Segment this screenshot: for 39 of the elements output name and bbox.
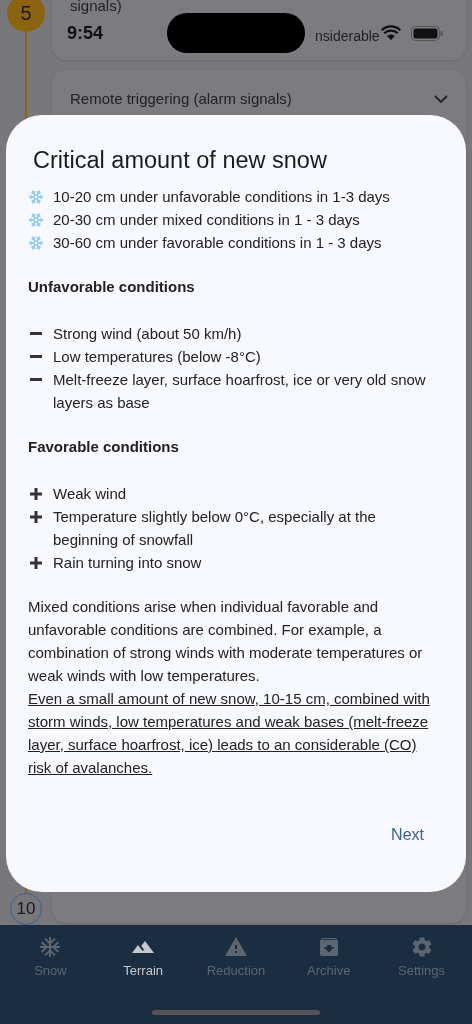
- warning-icon: [224, 935, 248, 959]
- underlined-note: Even a small amount of new snow, 10-15 cm, combined with storm winds, low temperatures and weak bases (melt-freeze layer, surface hoarfrost, ice) leads to an considerable (CO) risk of avalanches.: [28, 689, 431, 778]
- list-item-text: 30-60 cm under favorable conditions in 1 - 3 days: [53, 233, 382, 253]
- nav-tab[interactable]: Archive: [288, 935, 369, 981]
- list-item-text: Rain turning into snow: [53, 553, 202, 573]
- nav-tab[interactable]: Snow: [10, 935, 91, 981]
- card-text: signals): [70, 0, 123, 14]
- minus-icon: [30, 332, 42, 335]
- next-button[interactable]: Next: [375, 817, 440, 853]
- list-item-text: Melt-freeze layer, surface hoarfrost, ice or very old snow layers as base: [53, 370, 427, 413]
- wifi-icon: [381, 25, 401, 41]
- list-item-text: Low temperatures (below -8°C): [53, 347, 261, 367]
- list-item-text: 10-20 cm under unfavorable conditions in 1-3 days: [53, 187, 390, 207]
- list-item-text: Temperature slightly below 0°C, especially at the beginning of snowfall: [53, 507, 377, 550]
- snowflake-icon: [28, 212, 44, 228]
- snowflake-icon: [28, 235, 44, 251]
- snowflake-icon: [28, 189, 44, 205]
- list-item-text: 20-30 cm under mixed conditions in 1 - 3 days: [53, 210, 360, 230]
- explanation-paragraph: Mixed conditions arise when individual favorable and unfavorable conditions are combined. For example, a combination of strong winds with moderate temperatures or weak winds with low temperatures.: [28, 597, 424, 686]
- dialog-title: Critical amount of new snow: [33, 146, 328, 175]
- battery-icon: [411, 25, 443, 41]
- minus-icon: [30, 355, 42, 358]
- plus-icon: [30, 557, 42, 569]
- timeline-node: 5: [7, 0, 45, 32]
- chevron-icon: [434, 95, 448, 104]
- list-item-text: Weak wind: [53, 484, 127, 504]
- list-item-text: Strong wind (about 50 km/h): [53, 324, 242, 344]
- card-text: nsiderable: [315, 27, 380, 45]
- nav-tab[interactable]: Terrain: [103, 935, 184, 981]
- status-time: 9:54: [67, 21, 105, 45]
- section-heading: Favorable conditions: [28, 437, 180, 457]
- nav-tab[interactable]: Settings: [381, 935, 462, 981]
- accordion-header[interactable]: Remote triggering (alarm signals): [70, 88, 448, 111]
- minus-icon: [30, 378, 42, 381]
- plus-icon: [30, 488, 42, 500]
- nav-tab[interactable]: Reduction: [196, 935, 276, 981]
- plus-icon: [30, 511, 42, 523]
- section-heading: Unfavorable conditions: [28, 277, 196, 297]
- snowflake-icon: [38, 935, 63, 959]
